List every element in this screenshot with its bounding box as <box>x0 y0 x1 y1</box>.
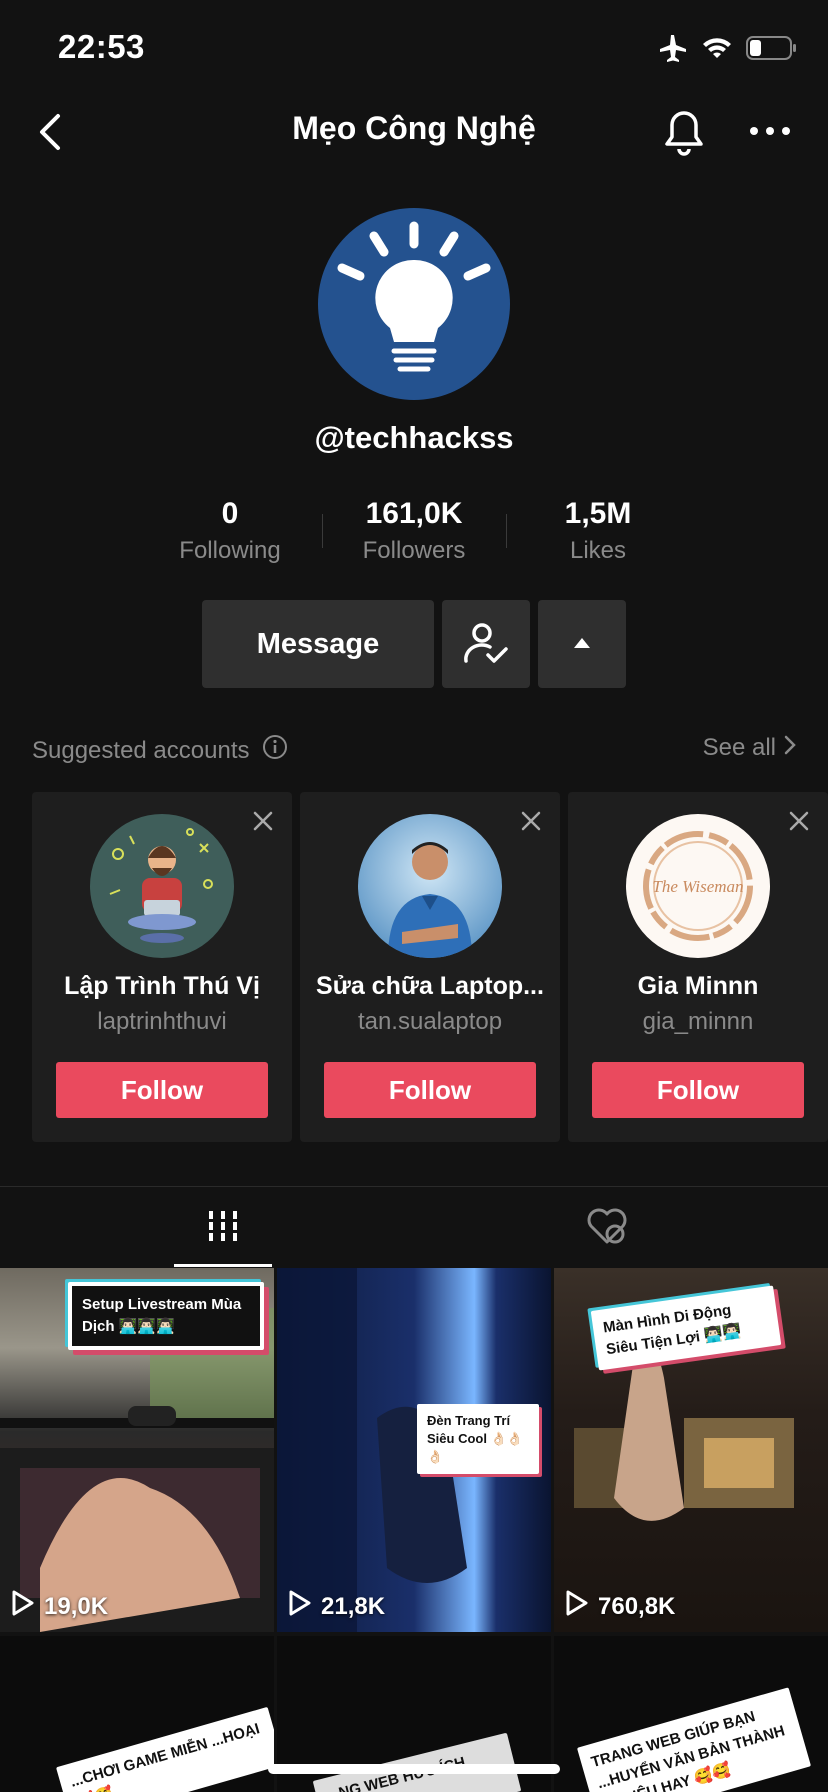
close-icon[interactable] <box>788 810 810 832</box>
video-thumbnail[interactable]: Setup Livestream Mùa Dịch 👨🏻‍💻👨🏻‍💻👨🏻‍💻 1… <box>0 1268 274 1632</box>
see-all-link[interactable]: See all <box>703 734 796 762</box>
message-button[interactable]: Message <box>202 600 434 688</box>
video-caption: ...CHƠI GAME MIỄN ...HOẠI 🥰🥰 <box>55 1706 274 1792</box>
grid-icon <box>207 1209 239 1248</box>
stat-likes[interactable]: 1,5M Likes <box>506 494 690 568</box>
video-thumbnail[interactable]: Màn Hình Di Động Siêu Tiện Lợi 👨🏻‍💻👨🏻‍💻 … <box>554 1268 828 1632</box>
hidden-heart-icon <box>585 1206 629 1251</box>
stat-label: Following <box>179 537 281 564</box>
video-thumbnail[interactable]: TRANG WEB GIÚP BẠN ...HUYỂN VĂN BẢN THÀN… <box>554 1636 828 1792</box>
view-count: 19,0K <box>10 1589 108 1624</box>
play-icon <box>10 1589 36 1624</box>
tab-indicator <box>174 1264 272 1267</box>
wifi-icon <box>702 36 732 65</box>
stat-following[interactable]: 0 Following <box>138 494 322 568</box>
user-check-icon <box>462 621 510 668</box>
view-count: 760,8K <box>564 1589 675 1624</box>
follow-button[interactable]: Follow <box>56 1062 268 1118</box>
info-icon[interactable] <box>262 734 288 767</box>
play-icon <box>287 1589 313 1624</box>
lightbulb-icon <box>318 208 510 400</box>
stat-value: 1,5M <box>564 497 632 530</box>
status-bar: 22:53 <box>0 0 828 100</box>
section-divider <box>0 1186 828 1187</box>
avatar[interactable] <box>358 814 502 958</box>
follow-button[interactable]: Follow <box>592 1062 804 1118</box>
video-thumbnail[interactable]: ...CHƠI GAME MIỄN ...HOẠI 🥰🥰 <box>0 1636 274 1792</box>
suggested-title-text: Suggested accounts <box>32 736 250 764</box>
video-caption: Đèn Trang Trí Siêu Cool 👌🏻👌🏻👌🏻 <box>417 1404 539 1474</box>
status-icons <box>658 34 798 67</box>
status-time: 22:53 <box>58 28 145 65</box>
home-indicator[interactable] <box>268 1764 560 1774</box>
tab-videos[interactable] <box>16 1188 430 1268</box>
following-button[interactable] <box>442 600 530 688</box>
stat-value: 161,0K <box>365 497 463 530</box>
caret-up-icon <box>572 636 592 653</box>
stat-value: 0 <box>221 497 239 530</box>
battery-icon <box>746 35 798 66</box>
suggested-name: Lập Trình Thú Vị <box>64 972 260 1000</box>
video-caption: ...NG WEB HỮU ÍCH ...ỬA BIẾT <box>312 1732 522 1792</box>
view-count-value: 21,8K <box>321 1592 386 1620</box>
suggested-accounts-carousel[interactable]: Lập Trình Thú Vị laptrinhthuvi Follow Sử… <box>32 792 828 1142</box>
chevron-right-icon <box>784 734 796 762</box>
suggested-handle: laptrinhthuvi <box>97 1008 227 1035</box>
play-icon <box>564 1589 590 1624</box>
suggested-handle: gia_minnn <box>642 1008 754 1035</box>
tab-liked[interactable] <box>400 1188 814 1268</box>
suggested-name: Sửa chữa Laptop... <box>316 972 544 1000</box>
video-caption: TRANG WEB GIÚP BẠN ...HUYỂN VĂN BẢN THÀN… <box>576 1687 812 1792</box>
profile-stats: 0 Following 161,0K Followers 1,5M Likes <box>0 494 828 564</box>
suggested-card[interactable]: The Wiseman Gia Minnn gia_minnn Follow <box>568 792 828 1142</box>
suggested-handle: tan.sualaptop <box>357 1008 503 1035</box>
suggested-title: Suggested accounts <box>32 734 288 767</box>
bell-icon[interactable] <box>662 108 706 156</box>
avatar[interactable]: The Wiseman <box>626 814 770 958</box>
more-icon[interactable] <box>748 116 792 146</box>
avatar[interactable] <box>90 814 234 958</box>
stat-followers[interactable]: 161,0K Followers <box>322 494 506 568</box>
suggested-header: Suggested accounts See all <box>32 734 796 768</box>
video-grid: Setup Livestream Mùa Dịch 👨🏻‍💻👨🏻‍💻👨🏻‍💻 1… <box>0 1268 828 1792</box>
nav-bar: Mẹo Công Nghệ <box>0 100 828 164</box>
expand-suggestions-button[interactable] <box>538 600 626 688</box>
video-thumbnail[interactable]: Đèn Trang Trí Siêu Cool 👌🏻👌🏻👌🏻 21,8K <box>277 1268 551 1632</box>
view-count-value: 760,8K <box>598 1592 676 1620</box>
view-count: 21,8K <box>287 1589 385 1624</box>
username: @techhackss <box>314 420 514 455</box>
profile-actions: Message <box>202 600 626 688</box>
video-caption: Setup Livestream Mùa Dịch 👨🏻‍💻👨🏻‍💻👨🏻‍💻 <box>68 1282 264 1350</box>
stat-label: Likes <box>569 537 627 564</box>
profile-tabs <box>0 1188 828 1268</box>
suggested-card[interactable]: Lập Trình Thú Vị laptrinhthuvi Follow <box>32 792 292 1142</box>
suggested-name: Gia Minnn <box>637 972 759 1000</box>
view-count-value: 19,0K <box>44 1592 109 1620</box>
close-icon[interactable] <box>252 810 274 832</box>
follow-button[interactable]: Follow <box>324 1062 536 1118</box>
avatar-logo-text: The Wiseman <box>652 877 743 896</box>
suggested-card[interactable]: Sửa chữa Laptop... tan.sualaptop Follow <box>300 792 560 1142</box>
close-icon[interactable] <box>520 810 542 832</box>
see-all-label: See all <box>702 734 776 761</box>
stat-label: Followers <box>362 537 466 564</box>
airplane-icon <box>658 34 688 67</box>
